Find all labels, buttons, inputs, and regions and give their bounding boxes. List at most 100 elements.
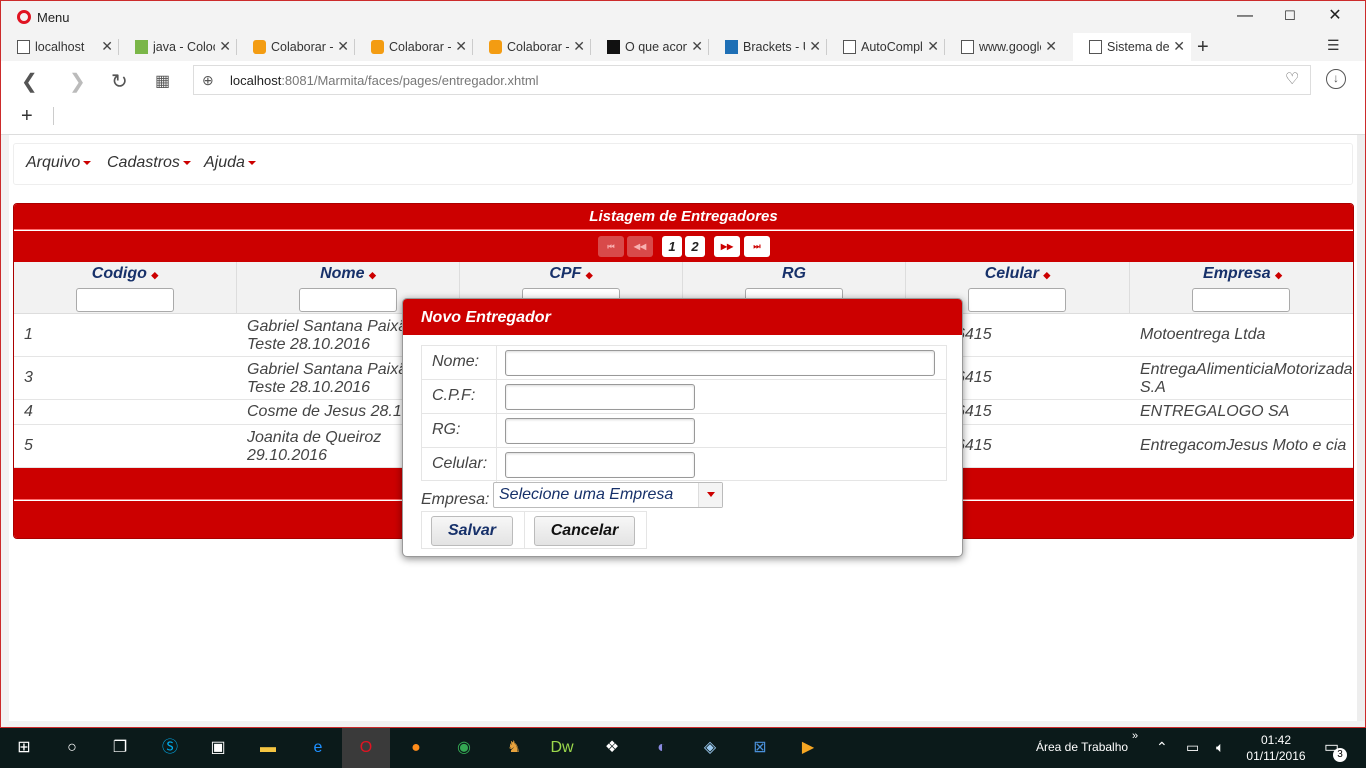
cell-empresa: EntregaAlimenticiaMotorizada S.A (1140, 361, 1353, 396)
media-icon[interactable]: ▶ (796, 736, 820, 760)
column-header-codigo[interactable]: Codigo ◆ (14, 262, 237, 314)
close-tab-icon[interactable]: ✕ (573, 38, 585, 55)
close-tab-icon[interactable]: ✕ (927, 38, 939, 55)
tab-java[interactable]: java - Colocar ✕ (119, 33, 237, 61)
tab-localhost[interactable]: localhost ✕ (1, 33, 119, 61)
rg-input[interactable] (505, 418, 695, 444)
menu-arquivo[interactable]: Arquivo (26, 154, 92, 172)
clock[interactable]: 01:42 01/11/2016 (1246, 732, 1306, 764)
volume-icon[interactable]: 🔈︎ (1216, 739, 1224, 756)
close-tab-icon[interactable]: ✕ (337, 38, 349, 55)
sort-icon: ◆ (1043, 270, 1051, 280)
search-icon[interactable]: ○ (60, 736, 84, 760)
dropdown-trigger[interactable] (698, 483, 722, 507)
close-tab-icon[interactable]: ✕ (1045, 38, 1057, 55)
app-icon[interactable]: ♞ (502, 736, 526, 760)
caret-down-icon (182, 160, 191, 165)
first-page-button[interactable]: ⏮ (598, 236, 624, 257)
new-tab-button[interactable]: + (1197, 36, 1209, 59)
bookmarks-divider (53, 107, 54, 125)
chevron-up-icon[interactable]: ⌃ (1156, 739, 1168, 756)
menu-ajuda[interactable]: Ajuda (204, 154, 256, 172)
firefox-icon[interactable]: ● (404, 736, 428, 760)
app-icon[interactable]: ❖ (600, 736, 624, 760)
opera-menu-label[interactable]: Menu (37, 10, 70, 25)
app-icon[interactable]: ◐ (650, 736, 674, 760)
close-tab-icon[interactable]: ✕ (809, 38, 821, 55)
tab-label: Brackets - U (743, 40, 805, 54)
page-1-button[interactable]: 1 (662, 236, 682, 257)
back-icon[interactable]: ❮ (21, 69, 38, 94)
download-icon[interactable]: ↓ (1326, 69, 1346, 89)
empresa-select[interactable]: Selecione uma Empresa (493, 482, 723, 508)
speed-dial-icon[interactable]: ▦ (155, 71, 170, 91)
close-tab-icon[interactable]: ✕ (455, 38, 467, 55)
minimize-button[interactable]: — (1223, 5, 1267, 29)
tab-menu-icon[interactable]: ☰ (1327, 37, 1340, 54)
next-page-button[interactable]: ▶▶ (714, 236, 740, 257)
address-bar[interactable]: ⊕ localhost:8081/Marmita/faces/pages/ent… (193, 65, 1311, 95)
stackoverflow-icon (135, 40, 148, 54)
nome-input[interactable] (505, 350, 935, 376)
tab-label: Colaborar - (389, 40, 451, 54)
file-explorer-icon[interactable]: ▬ (256, 736, 280, 760)
filter-input-nome[interactable] (299, 288, 397, 312)
close-tab-icon[interactable]: ✕ (1173, 38, 1185, 55)
tab-google[interactable]: www.google. ✕ (945, 33, 1063, 61)
tab-label: O que acontece (625, 40, 687, 54)
last-page-button[interactable]: ⏭ (744, 236, 770, 257)
dreamweaver-icon[interactable]: Dw (550, 736, 574, 760)
sort-icon: ◆ (368, 270, 376, 280)
skype-icon[interactable]: Ⓢ (158, 736, 182, 760)
column-label: CPF ◆ (549, 265, 593, 282)
close-tab-icon[interactable]: ✕ (101, 38, 113, 55)
virtualbox-icon[interactable]: ◈ (698, 736, 722, 760)
reload-icon[interactable]: ↻ (111, 69, 128, 94)
salvar-button[interactable]: Salvar (431, 516, 513, 546)
forward-icon[interactable]: ❯ (69, 69, 86, 94)
cell-empresa: ENTREGALOGO SA (1140, 403, 1290, 420)
filter-input-empresa[interactable] (1192, 288, 1290, 312)
url-host: localhost (230, 73, 282, 88)
prev-page-button[interactable]: ◀◀ (627, 236, 653, 257)
cancelar-button[interactable]: Cancelar (534, 516, 635, 546)
desktop-toolbar-label[interactable]: Área de Trabalho (1036, 740, 1128, 754)
close-tab-icon[interactable]: ✕ (691, 38, 703, 55)
chrome-icon[interactable]: ◉ (452, 736, 476, 760)
tab-sistema[interactable]: Sistema de M ✕ (1073, 33, 1191, 61)
sort-icon: ◆ (1275, 270, 1282, 280)
tab-colaborar-1[interactable]: Colaborar - ✕ (237, 33, 355, 61)
column-header-empresa[interactable]: Empresa ◆ (1130, 262, 1353, 314)
url-text[interactable]: localhost:8081/Marmita/faces/pages/entre… (230, 73, 539, 88)
store-icon[interactable]: ▣ (206, 736, 230, 760)
page-scrollbar[interactable] (1357, 135, 1365, 721)
task-view-icon[interactable]: ❐ (108, 736, 132, 760)
tab-o-que-acontece[interactable]: O que acontece ✕ (591, 33, 709, 61)
network-icon[interactable]: ▭ (1186, 739, 1199, 756)
tab-autocomplete[interactable]: AutoComplete ✕ (827, 33, 945, 61)
tab-brackets[interactable]: Brackets - U ✕ (709, 33, 827, 61)
celular-input[interactable] (505, 452, 695, 478)
brackets-icon (725, 40, 738, 54)
page-2-button[interactable]: 2 (685, 236, 705, 257)
app-icon[interactable]: ⊠ (748, 736, 772, 760)
close-tab-icon[interactable]: ✕ (219, 38, 231, 55)
page-icon (17, 40, 30, 54)
toolbar-expand-icon[interactable]: » (1132, 730, 1138, 742)
tab-colaborar-3[interactable]: Colaborar - ✕ (473, 33, 591, 61)
filter-input-celular[interactable] (968, 288, 1066, 312)
opera-taskbar-icon[interactable]: O (342, 728, 390, 768)
table-caption: Listagem de Entregadores (14, 204, 1353, 230)
filter-input-codigo[interactable] (76, 288, 174, 312)
opera-logo-icon[interactable] (17, 10, 31, 24)
menu-cadastros[interactable]: Cadastros (107, 154, 191, 172)
maximize-button[interactable]: ☐ (1268, 5, 1312, 29)
windows-start-icon[interactable]: ⊞ (12, 736, 36, 760)
bookmark-heart-icon[interactable]: ♡ (1285, 69, 1299, 89)
cpf-input[interactable] (505, 384, 695, 410)
novo-entregador-dialog: Novo Entregador Nome: C.P.F: RG: Celular… (402, 298, 963, 557)
tab-colaborar-2[interactable]: Colaborar - ✕ (355, 33, 473, 61)
add-bookmark-icon[interactable]: + (21, 105, 33, 128)
edge-icon[interactable]: e (306, 736, 330, 760)
close-window-button[interactable]: ✕ (1313, 5, 1357, 29)
